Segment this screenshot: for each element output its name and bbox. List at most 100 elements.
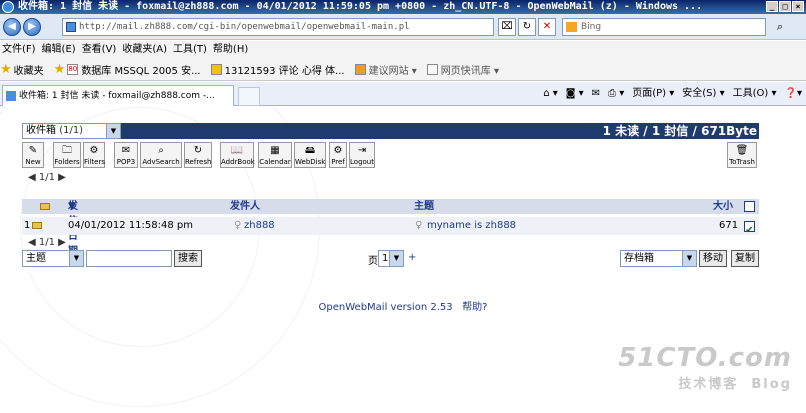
pager-text: 1/1 <box>38 172 55 183</box>
refresh-icon[interactable]: ↻ <box>518 18 536 36</box>
folder-select[interactable]: 收件箱 (1/1) ▼ <box>22 123 121 139</box>
attachment-icon: ♀ <box>415 220 423 231</box>
back-button[interactable]: ◀ <box>3 18 21 36</box>
menu-tools[interactable]: 工具(T) <box>173 41 213 59</box>
favorite-item-suggested[interactable]: 建议网站 ▾ <box>354 62 417 77</box>
search-input[interactable]: Bing <box>562 18 766 36</box>
folder-name: 收件箱 <box>26 125 56 136</box>
pop3-button[interactable]: ✉ POP3 <box>114 142 138 168</box>
favorite-item-webslice[interactable]: 网页快讯库 ▾ <box>426 62 499 77</box>
web-slice-icon <box>426 64 438 75</box>
menu-edit[interactable]: 编辑(E) <box>42 41 82 59</box>
forward-button[interactable]: ▶ <box>23 18 41 36</box>
new-button[interactable]: ✎ New <box>22 142 44 168</box>
row-subject[interactable]: myname is zh888 <box>427 217 516 235</box>
row-date: 04/01/2012 11:58:48 pm <box>68 220 193 231</box>
favorites-bar: ★ 收藏夹 ★ 80 数据库 MSSQL 2005 安... 13121593 … <box>0 59 806 81</box>
next-page-icon[interactable]: ▶ <box>58 172 66 183</box>
search-button[interactable]: 搜索 <box>174 250 202 267</box>
menu-bar: 文件(F) 编辑(E) 查看(V) 收藏夹(A) 工具(T) 帮助(H) <box>0 41 806 59</box>
advsearch-button[interactable]: ⌕ AdvSearch <box>140 142 182 168</box>
chevron-down-icon: ▼ <box>389 251 403 266</box>
search-icon[interactable]: ⌕ <box>770 18 790 36</box>
pager-text: 1/1 <box>38 237 55 248</box>
folders-button[interactable]: 🗀 Folders <box>53 142 81 168</box>
table-row[interactable]: 1 04/01/2012 11:58:48 pm ♀ zh888 ♀ mynam… <box>22 217 759 236</box>
row-from[interactable]: zh888 <box>244 217 275 235</box>
move-target-select[interactable]: 存档箱 ▼ <box>620 250 697 267</box>
column-size[interactable]: 大小 <box>713 199 733 214</box>
favorite-label: 网页快讯库 ▾ <box>440 66 499 77</box>
maximize-icon[interactable]: □ <box>779 1 791 12</box>
favorite-item-review[interactable]: 13121593 评论 心得 体... <box>210 62 345 77</box>
version-text: OpenWebMail version 2.53 <box>318 302 453 313</box>
refresh-button[interactable]: ↻ Refresh <box>184 142 212 168</box>
filters-button[interactable]: ⚙ Filters <box>83 142 105 168</box>
next-page-icon[interactable]: ▶ <box>58 237 66 248</box>
prev-page-icon[interactable]: ◀ <box>28 237 36 248</box>
advsearch-icon: ⌕ <box>158 145 164 156</box>
favorite-label: 数据库 MSSQL 2005 安... <box>81 66 201 77</box>
watermark-cn: 技术博客 <box>678 377 739 392</box>
totrash-button[interactable]: 🗑 ToTrash <box>727 142 757 168</box>
webdisk-button[interactable]: 🖴 WebDisk <box>294 142 326 168</box>
prev-page-icon[interactable]: ◀ <box>28 172 36 183</box>
search-placeholder: Bing <box>581 22 602 32</box>
tools-menu[interactable]: 工具(O) ▾ <box>733 86 777 102</box>
menu-file[interactable]: 文件(F) <box>2 41 42 59</box>
safety-menu[interactable]: 安全(S) ▾ <box>682 86 724 102</box>
favorite-item-mssql[interactable]: ★ 80 数据库 MSSQL 2005 安... <box>54 62 201 77</box>
unread-envelope-icon <box>32 222 42 229</box>
column-subject[interactable]: 主题 <box>414 199 434 214</box>
print-icon[interactable]: ⎙ ▾ <box>608 86 624 102</box>
mail-icon[interactable]: ✉ <box>592 86 600 102</box>
page-label: 页 <box>368 256 378 267</box>
page-select[interactable]: 1 ▼ <box>378 250 404 267</box>
chevron-down-icon: ▼ <box>69 251 83 266</box>
logout-button[interactable]: ⇥ Logout <box>349 142 375 168</box>
move-button[interactable]: 移动 <box>699 250 727 267</box>
move-target-value: 存档箱 <box>624 253 654 264</box>
search-field-value: 主题 <box>26 253 46 264</box>
help-link[interactable]: 帮助? <box>462 302 487 313</box>
menu-favorites[interactable]: 收藏夹(A) <box>122 41 173 59</box>
menu-help[interactable]: 帮助(H) <box>213 41 254 59</box>
advsearch-label: AdvSearch <box>142 158 180 166</box>
row-checkbox[interactable]: ✔ <box>744 221 755 236</box>
feeds-icon[interactable]: ◙ ▾ <box>566 86 584 102</box>
pop3-label: POP3 <box>116 158 136 166</box>
stop-icon[interactable]: ✕ <box>538 18 556 36</box>
mail-toolbar: ✎ New 🗀 Folders ⚙ Filters ✉ POP3 ⌕ AdvSearch … <box>22 142 759 168</box>
page-next-link[interactable]: + <box>408 252 416 263</box>
row-size: 671 <box>719 220 739 231</box>
favorites-button[interactable]: ★ 收藏夹 <box>0 62 44 77</box>
url-field[interactable]: http://mail.zh888.com/cgi-bin/openwebmai… <box>62 18 494 36</box>
pager-top: ◀ 1/1 ▶ <box>28 172 66 183</box>
page-value: 1 <box>382 253 389 264</box>
page-menu[interactable]: 页面(P) ▾ <box>632 86 674 102</box>
new-tab-button[interactable] <box>238 87 260 106</box>
column-from[interactable]: 发件人 <box>230 199 260 214</box>
menu-view[interactable]: 查看(V) <box>82 41 123 59</box>
watermark-line2: 技术博客 Blog <box>618 373 792 392</box>
home-icon[interactable]: ⌂ ▾ <box>543 86 558 102</box>
copy-button[interactable]: 复制 <box>731 250 759 267</box>
search-input-box[interactable] <box>86 250 172 267</box>
url-text: http://mail.zh888.com/cgi-bin/openwebmai… <box>79 22 410 32</box>
suggested-sites-icon <box>354 64 366 75</box>
tab-inbox[interactable]: 收件箱: 1 封信 未读 - foxmail@zh888.com -... <box>2 85 234 106</box>
close-icon[interactable]: × <box>792 1 804 12</box>
compatibility-icon[interactable]: ⌧ <box>498 18 516 36</box>
calendar-button[interactable]: ▦ Calendar <box>258 142 292 168</box>
window-controls: _ □ × <box>766 1 804 12</box>
sort-desc-icon: ▼ <box>68 201 76 212</box>
pref-button[interactable]: ⚙ Pref <box>329 142 347 168</box>
filter-icon: ⚙ <box>89 145 99 156</box>
help-icon[interactable]: ❓▾ <box>785 86 802 102</box>
pop3-icon: ✉ <box>121 145 131 156</box>
select-all-checkbox[interactable] <box>744 201 755 212</box>
pager-bottom: ◀ 1/1 ▶ <box>28 237 66 248</box>
minimize-icon[interactable]: _ <box>766 1 778 12</box>
search-field-select[interactable]: 主题 ▼ <box>22 250 84 267</box>
addrbook-button[interactable]: 📖 AddrBook <box>220 142 255 168</box>
